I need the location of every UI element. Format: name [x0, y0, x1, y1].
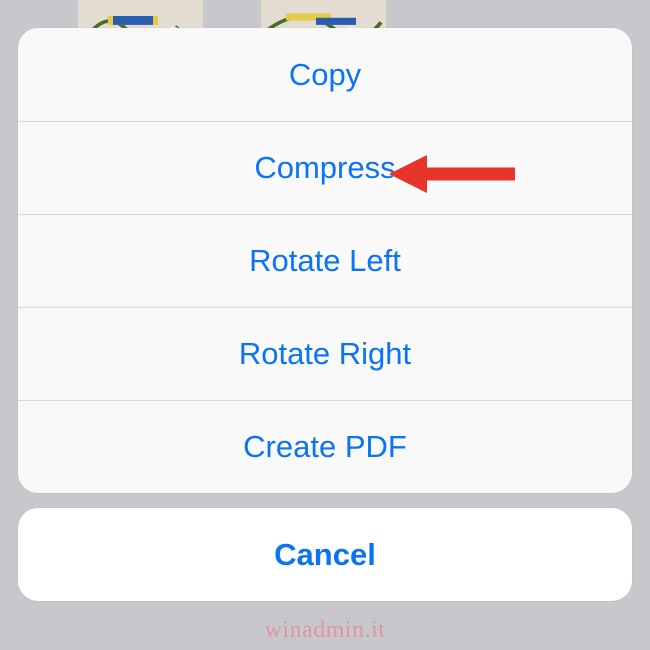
cancel-button[interactable]: Cancel: [18, 508, 632, 601]
action-label: Create PDF: [243, 429, 407, 465]
watermark-text: winadmin.it: [0, 617, 650, 644]
cancel-label: Cancel: [274, 537, 376, 573]
action-rotate-right[interactable]: Rotate Right: [18, 307, 632, 400]
action-create-pdf[interactable]: Create PDF: [18, 400, 632, 493]
action-label: Rotate Right: [239, 336, 411, 372]
action-sheet: Copy Compress Rotate Left Rotate Right C…: [18, 28, 632, 493]
action-label: Copy: [289, 57, 361, 93]
action-label: Rotate Left: [249, 243, 401, 279]
action-copy[interactable]: Copy: [18, 28, 632, 121]
action-label: Compress: [254, 150, 395, 186]
action-compress[interactable]: Compress: [18, 121, 632, 214]
action-rotate-left[interactable]: Rotate Left: [18, 214, 632, 307]
